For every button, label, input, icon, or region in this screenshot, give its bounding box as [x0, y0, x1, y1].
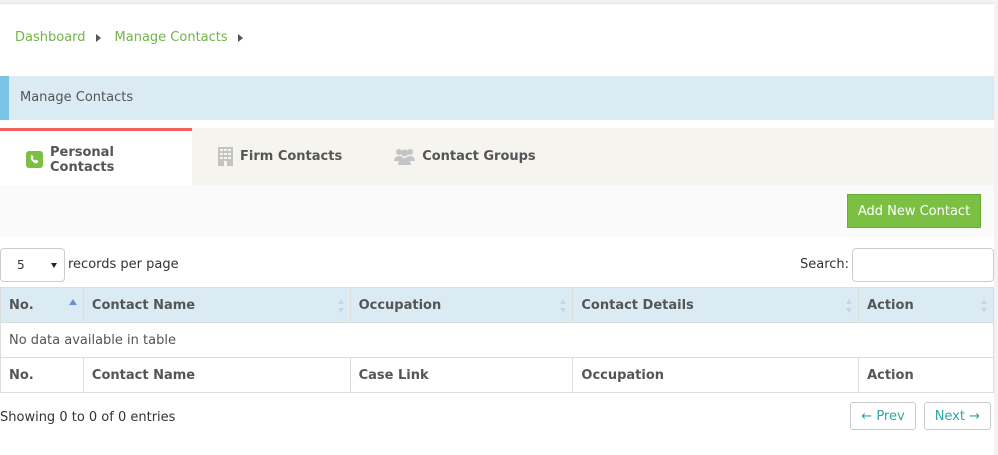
- add-new-contact-button[interactable]: Add New Contact: [847, 194, 981, 228]
- table-info: Showing 0 to 0 of 0 entries: [0, 410, 176, 425]
- column-header-no[interactable]: No.: [0, 287, 84, 323]
- next-page-button[interactable]: Next →: [923, 402, 991, 430]
- pagination: ← Prev Next →: [850, 402, 991, 430]
- column-header-occupation[interactable]: Occupation: [349, 287, 574, 323]
- empty-table-message: No data available in table: [0, 322, 994, 358]
- contacts-table: No. Contact Name Occupation Contact Deta…: [0, 287, 994, 393]
- column-header-contact-name[interactable]: Contact Name: [82, 287, 351, 323]
- column-header-contact-details[interactable]: Contact Details: [572, 287, 860, 323]
- footer-cell-case-link: Case Link: [349, 357, 574, 393]
- tab-toolbar: Add New Contact: [0, 185, 994, 237]
- sort-ascending-icon: [68, 299, 77, 305]
- sort-icon: [846, 299, 853, 313]
- breadcrumb: Dashboard Manage Contacts: [15, 30, 257, 45]
- tab-personal-contacts[interactable]: Personal Contacts: [0, 128, 192, 185]
- search-label: Search:: [800, 257, 850, 272]
- footer-cell-contact-name: Contact Name: [82, 357, 351, 393]
- users-icon: [394, 148, 416, 165]
- tab-label: Firm Contacts: [240, 149, 343, 164]
- panel-header: Manage Contacts: [0, 76, 994, 120]
- sort-icon: [337, 299, 345, 313]
- table-row: No data available in table: [0, 322, 994, 358]
- column-header-action[interactable]: Action: [858, 287, 994, 323]
- footer-cell-no: No.: [0, 357, 84, 393]
- tab-firm-contacts[interactable]: Firm Contacts: [192, 128, 368, 185]
- records-per-page-select[interactable]: 5: [0, 248, 65, 282]
- tab-label: Personal Contacts: [50, 144, 115, 175]
- building-icon: [218, 147, 233, 166]
- tab-label: Contact Groups: [422, 149, 536, 164]
- records-per-page-label: records per page: [68, 257, 179, 272]
- breadcrumb-manage-contacts[interactable]: Manage Contacts: [115, 30, 228, 45]
- top-border: [0, 0, 998, 4]
- records-per-page-value: 5: [17, 258, 25, 272]
- search-input[interactable]: [852, 248, 994, 282]
- chevron-right-icon: [95, 33, 101, 42]
- footer-cell-action: Action: [858, 357, 994, 393]
- phone-icon: [26, 151, 43, 168]
- table-footer-row: No. Contact Name Case Link Occupation Ac…: [0, 357, 994, 393]
- prev-page-button[interactable]: ← Prev: [850, 402, 916, 430]
- right-scroll-strip: [994, 0, 998, 455]
- tab-contact-groups[interactable]: Contact Groups: [368, 128, 561, 185]
- footer-cell-occupation: Occupation: [572, 357, 860, 393]
- caret-down-icon: [51, 263, 57, 268]
- chevron-right-icon: [237, 33, 243, 42]
- contact-tabs: Personal Contacts Firm Contacts Contact …: [0, 128, 994, 185]
- sort-icon: [981, 299, 988, 313]
- table-header-row: No. Contact Name Occupation Contact Deta…: [0, 287, 994, 323]
- panel-title: Manage Contacts: [20, 90, 134, 105]
- sort-icon: [560, 299, 567, 313]
- breadcrumb-dashboard[interactable]: Dashboard: [15, 30, 86, 45]
